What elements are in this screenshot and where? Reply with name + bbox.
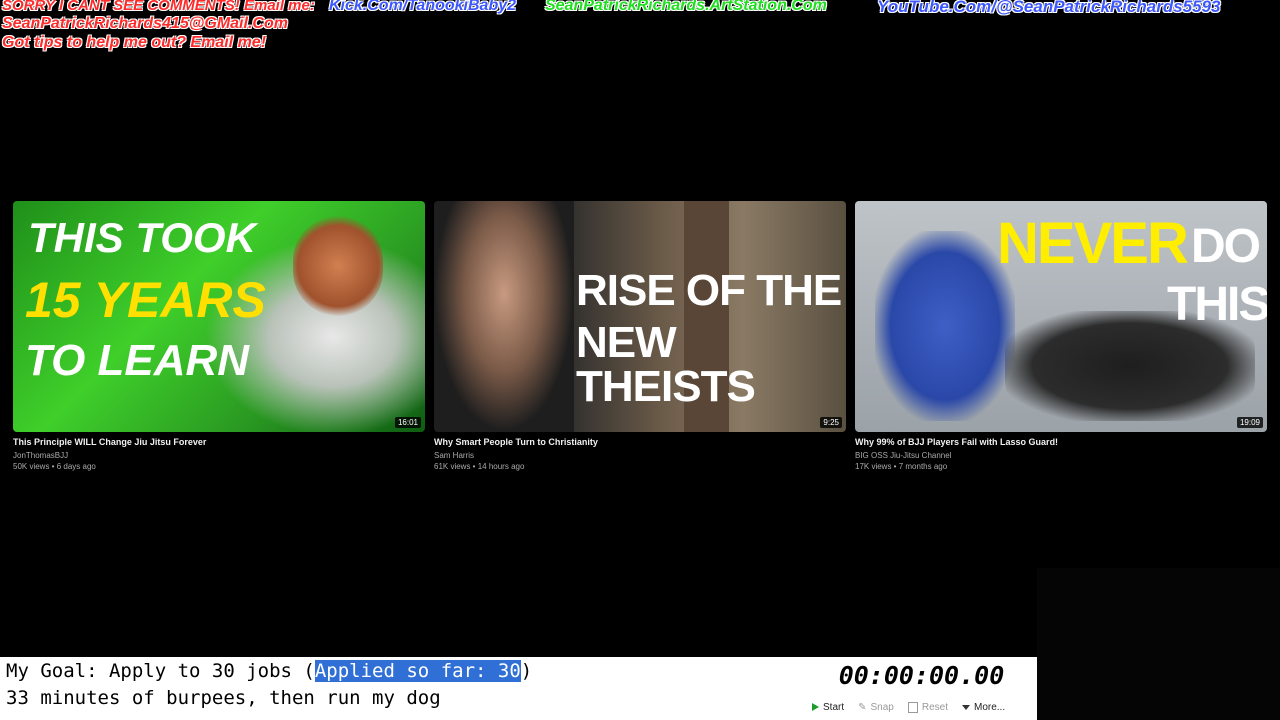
play-icon <box>812 703 819 711</box>
overlay-email-text: SeanPatrickRichards415@GMail.Com <box>2 15 288 32</box>
stopwatch-widget: 00:00:00.00 Start ✎ Snap Reset More... <box>806 657 1037 720</box>
snap-button[interactable]: ✎ Snap <box>858 702 894 713</box>
thumb-figure <box>434 201 574 432</box>
video-title[interactable]: This Principle WILL Change Jiu Jitsu For… <box>13 437 425 447</box>
stopwatch-controls: Start ✎ Snap Reset More... <box>806 697 1037 717</box>
video-card[interactable]: NEVER DO THIS! 19:09 Why 99% of BJJ Play… <box>855 201 1267 471</box>
reset-icon <box>907 701 918 713</box>
goal-suffix: ) <box>520 660 533 682</box>
more-button[interactable]: More... <box>962 702 1005 713</box>
thumb-caption: NEVER <box>997 211 1189 276</box>
thumb-caption: RISE OF THE <box>576 266 842 315</box>
channel-name[interactable]: Sam Harris <box>434 451 846 460</box>
overlay-artstation-link: SeanPatrickRichards.ArtStation.Com <box>545 0 827 14</box>
thumb-caption: THIS! <box>1167 278 1267 331</box>
video-thumbnail[interactable]: RISE OF THE NEW THEISTS 9:25 <box>434 201 846 432</box>
thumb-caption: NEW THEISTS <box>576 318 756 411</box>
thumb-caption: THIS TOOK <box>28 214 256 261</box>
chevron-down-icon <box>962 704 970 710</box>
video-meta: 61K views • 14 hours ago <box>434 462 525 471</box>
channel-name[interactable]: BIG OSS Jiu-Jitsu Channel <box>855 451 1267 460</box>
pencil-icon: ✎ <box>858 701 867 713</box>
channel-name[interactable]: JonThomasBJJ <box>13 451 425 460</box>
video-card[interactable]: RISE OF THE NEW THEISTS 9:25 Why Smart P… <box>434 201 846 471</box>
goal-progress-highlight: Applied so far: 30 <box>314 660 521 682</box>
start-button[interactable]: Start <box>812 702 844 713</box>
overlay-kick-link: Kick.Com/TanookiBaby2 <box>329 0 517 14</box>
overlay-sorry-text: SORRY I CANT SEE COMMENTS! Email me: <box>2 0 315 14</box>
goal-line: My Goal: Apply to 30 jobs (Applied so fa… <box>6 660 532 682</box>
thumb-caption: TO LEARN <box>25 336 250 385</box>
thumb-figure <box>293 216 383 316</box>
start-label: Start <box>823 701 845 713</box>
stopwatch-display: 00:00:00.00 <box>838 661 1005 690</box>
video-meta: 17K views • 7 months ago <box>855 462 948 471</box>
video-thumbnail[interactable]: THIS TOOK 15 YEARS TO LEARN 16:01 <box>13 201 425 432</box>
overlay-tips-text: Got tips to help me out? Email me! <box>2 34 267 51</box>
overlay-youtube-link: YouTube.Com/@SeanPatrickRichards5593 <box>877 0 1221 16</box>
more-label: More... <box>974 701 1006 713</box>
goal-panel: My Goal: Apply to 30 jobs (Applied so fa… <box>0 657 806 720</box>
reset-label: Reset <box>921 701 948 713</box>
video-duration: 9:25 <box>820 417 842 428</box>
reset-button[interactable]: Reset <box>907 701 948 713</box>
video-duration: 19:09 <box>1236 417 1263 428</box>
thumb-caption: 15 YEARS <box>25 272 266 328</box>
video-title[interactable]: Why Smart People Turn to Christianity <box>434 437 846 447</box>
thumb-figure <box>875 231 1015 421</box>
thumb-caption: DO <box>1191 220 1261 273</box>
video-thumbnail[interactable]: NEVER DO THIS! 19:09 <box>855 201 1267 432</box>
snap-label: Snap <box>870 701 894 713</box>
goal-prefix: My Goal: Apply to 30 jobs ( <box>6 660 315 682</box>
goal-line-secondary: 33 minutes of burpees, then run my dog <box>6 687 441 709</box>
video-card[interactable]: THIS TOOK 15 YEARS TO LEARN 16:01 This P… <box>13 201 425 471</box>
webcam-feed <box>1037 568 1280 720</box>
video-title[interactable]: Why 99% of BJJ Players Fail with Lasso G… <box>855 437 1267 447</box>
video-duration: 16:01 <box>394 417 421 428</box>
video-meta: 50K views • 6 days ago <box>13 462 96 471</box>
